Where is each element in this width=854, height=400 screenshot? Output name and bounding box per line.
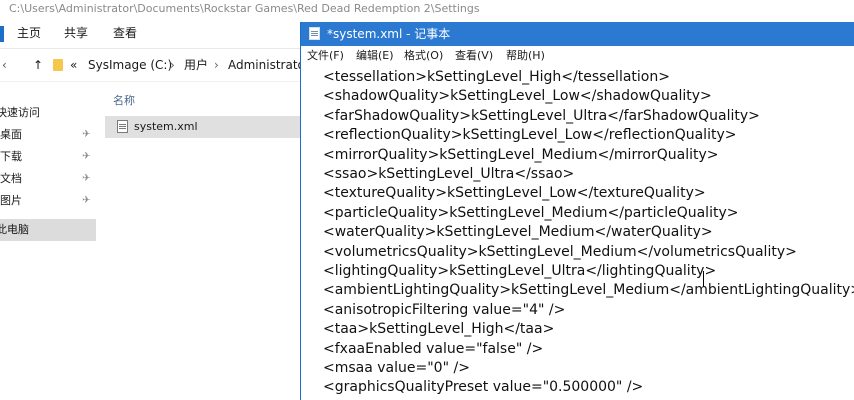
text-line: <textureQuality>kSettingLevel_Low</textu… xyxy=(323,185,706,202)
text-line: <volumetricsQuality>kSettingLevel_Medium… xyxy=(323,243,797,260)
explorer-ribbon: 主页 共享 查看 xyxy=(0,18,300,49)
file-tab-accent[interactable] xyxy=(0,26,4,42)
folder-icon xyxy=(53,59,63,71)
text-line: <waterQuality>kSettingLevel_Medium</wate… xyxy=(323,224,713,241)
menu-edit[interactable]: 编辑(E) xyxy=(356,46,394,66)
explorer-title-bar: C:\Users\Administrator\Documents\Rocksta… xyxy=(0,0,854,18)
text-line: <anisotropicFiltering value="4" /> xyxy=(323,301,566,318)
explorer-path-title: C:\Users\Administrator\Documents\Rocksta… xyxy=(9,2,480,15)
file-name: system.xml xyxy=(134,120,198,133)
breadcrumb-separator-icon[interactable]: › xyxy=(214,49,219,81)
notepad-icon xyxy=(309,27,320,40)
breadcrumb-users[interactable]: 用户 xyxy=(184,49,208,81)
nav-item-pictures[interactable]: 图片 ✈ xyxy=(0,190,96,212)
nav-label: 下载 xyxy=(0,150,22,163)
text-line: <graphicsQualityPreset value="0.500000" … xyxy=(323,379,644,396)
text-line: <shadowQuality>kSettingLevel_Low</shadow… xyxy=(323,88,712,105)
nav-item-documents[interactable]: 文档 ✈ xyxy=(0,168,96,190)
menu-view[interactable]: 查看(V) xyxy=(455,46,493,66)
tab-view[interactable]: 查看 xyxy=(113,18,137,48)
tab-share[interactable]: 共享 xyxy=(64,18,88,48)
breadcrumb-overflow[interactable]: « xyxy=(70,49,77,81)
nav-item-desktop[interactable]: 桌面 ✈ xyxy=(0,124,96,146)
pin-icon: ✈ xyxy=(82,195,91,206)
column-header-name[interactable]: 名称 xyxy=(113,92,135,108)
tab-home[interactable]: 主页 xyxy=(17,18,41,48)
menu-file[interactable]: 文件(F) xyxy=(307,46,344,66)
text-line: <taa>kSettingLevel_High</taa> xyxy=(323,321,555,338)
nav-label: 图片 xyxy=(0,194,22,207)
menu-help[interactable]: 帮助(H) xyxy=(506,46,545,66)
pin-icon: ✈ xyxy=(82,129,91,140)
nav-item-downloads[interactable]: 下载 ✈ xyxy=(0,146,96,168)
file-list: 名称 system.xml xyxy=(105,82,300,400)
text-line: <farShadowQuality>kSettingLevel_Ultra</f… xyxy=(323,107,760,124)
text-line: <tessellation>kSettingLevel_High</tessel… xyxy=(323,69,670,85)
text-line: <mirrorQuality>kSettingLevel_Medium</mir… xyxy=(323,146,719,163)
text-line: <ssao>kSettingLevel_Ultra</ssao> xyxy=(323,166,575,182)
notepad-title: *system.xml - 记事本 xyxy=(327,27,451,41)
notepad-title-bar[interactable]: *system.xml - 记事本 xyxy=(301,22,854,46)
nav-quick-access[interactable]: 快速访问 xyxy=(0,102,96,124)
text-line: <reflectionQuality>kSettingLevel_Low</re… xyxy=(323,127,737,144)
nav-label: 此电脑 xyxy=(0,223,29,236)
text-line: <ambientLightingQuality>kSettingLevel_Me… xyxy=(323,282,854,299)
file-row[interactable]: system.xml xyxy=(105,116,300,138)
up-arrow-icon[interactable]: ↑ xyxy=(33,49,43,81)
back-icon[interactable]: ‹ xyxy=(2,49,7,81)
nav-label: 快速访问 xyxy=(0,106,40,119)
notepad-menu-bar: 文件(F) 编辑(E) 格式(O) 查看(V) 帮助(H) xyxy=(301,46,854,66)
notepad-text-area[interactable]: <tessellation>kSettingLevel_High</tessel… xyxy=(301,66,854,400)
address-bar[interactable]: ‹ ↑ « SysImage (C:) › 用户 › Administrator xyxy=(0,49,310,82)
breadcrumb-separator-icon[interactable]: › xyxy=(170,49,175,81)
text-line: <lightingQuality>kSettingLevel_Ultra</li… xyxy=(323,263,717,279)
notepad-window: *system.xml - 记事本 文件(F) 编辑(E) 格式(O) 查看(V… xyxy=(300,22,854,400)
nav-label: 桌面 xyxy=(0,128,22,141)
pin-icon: ✈ xyxy=(82,151,91,162)
nav-label: 文档 xyxy=(0,172,22,185)
menu-format[interactable]: 格式(O) xyxy=(404,46,443,66)
xml-file-icon xyxy=(117,120,128,133)
navigation-pane: 快速访问 桌面 ✈ 下载 ✈ 文档 ✈ 图片 ✈ 此电脑 xyxy=(0,82,96,400)
breadcrumb-administrator[interactable]: Administrator xyxy=(228,49,310,81)
breadcrumb-drive[interactable]: SysImage (C:) xyxy=(88,49,172,81)
nav-item-this-pc[interactable]: 此电脑 xyxy=(0,219,96,241)
text-line: <fxaaEnabled value="false" /> xyxy=(323,340,544,357)
text-line: <particleQuality>kSettingLevel_Medium</p… xyxy=(323,204,739,221)
text-line: <msaa value="0" /> xyxy=(323,360,470,376)
pin-icon: ✈ xyxy=(82,173,91,184)
